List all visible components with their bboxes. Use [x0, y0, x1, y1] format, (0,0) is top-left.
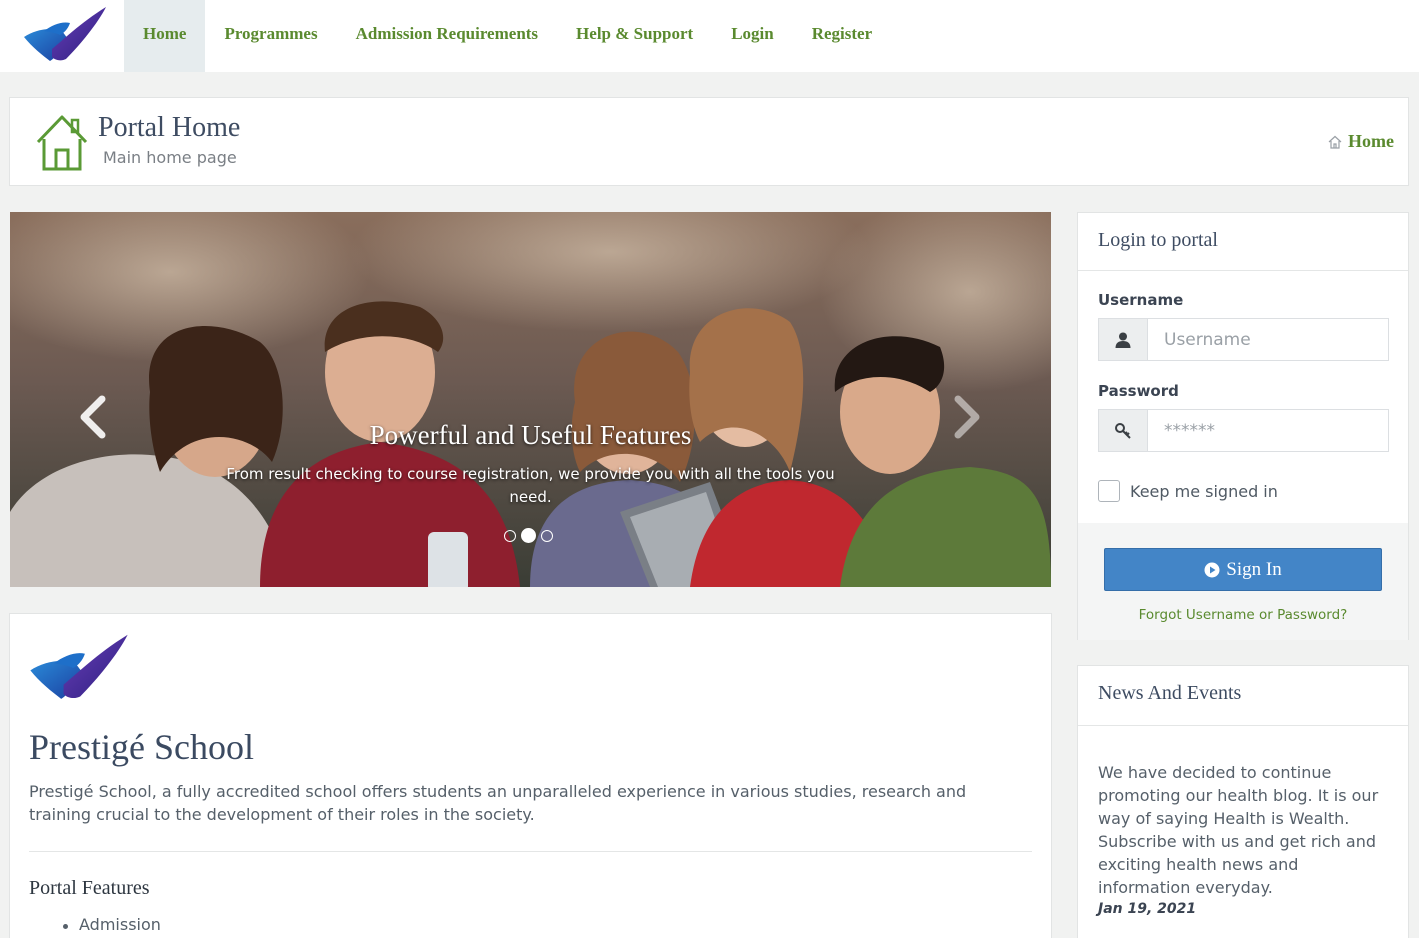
school-description: Prestigé School, a fully accredited scho… — [29, 782, 967, 824]
nav-programmes[interactable]: Programmes — [205, 0, 336, 72]
carousel-indicators — [504, 528, 553, 543]
features-list: Admission — [63, 915, 161, 934]
chevron-left-icon[interactable] — [76, 395, 112, 439]
page-subtitle: Main home page — [103, 148, 237, 167]
carousel-text: From result checking to course registrat… — [226, 465, 835, 506]
sign-in-label: Sign In — [1226, 558, 1282, 580]
school-logo[interactable] — [22, 5, 108, 65]
list-item: Admission — [63, 915, 161, 934]
hero-carousel: Powerful and Useful Features From result… — [10, 212, 1051, 587]
login-panel-header: Login to portal — [1078, 213, 1408, 271]
remember-me: Keep me signed in — [1098, 480, 1278, 502]
top-navbar: Home Programmes Admission Requirements H… — [0, 0, 1419, 72]
login-panel: Login to portal Username Password Keep m… — [1077, 212, 1409, 640]
key-icon — [1099, 410, 1148, 451]
login-footer: Sign In Forgot Username or Password? — [1078, 523, 1408, 640]
about-panel: Prestigé School Prestigé School, a fully… — [9, 613, 1052, 938]
remember-checkbox[interactable] — [1098, 480, 1120, 502]
carousel-indicator-1[interactable] — [504, 529, 516, 542]
carousel-caption: Powerful and Useful Features From result… — [210, 419, 851, 509]
breadcrumb-home[interactable]: Home — [1348, 131, 1394, 152]
username-group — [1098, 318, 1389, 361]
chevron-right-icon[interactable] — [948, 395, 984, 439]
password-group — [1098, 409, 1389, 452]
page-title: Portal Home — [98, 112, 241, 143]
carousel-title: Powerful and Useful Features — [369, 420, 692, 450]
password-input[interactable] — [1148, 410, 1388, 451]
news-panel: News And Events We have decided to conti… — [1077, 665, 1409, 938]
school-name: Prestigé School — [29, 727, 254, 767]
nav-home[interactable]: Home — [124, 0, 206, 72]
nav-register[interactable]: Register — [793, 0, 891, 72]
school-logo — [30, 634, 128, 699]
home-icon — [1328, 135, 1342, 149]
breadcrumb[interactable]: Home — [1328, 131, 1394, 152]
remember-label[interactable]: Keep me signed in — [1130, 482, 1278, 501]
news-title: News And Events — [1098, 682, 1242, 704]
news-panel-header: News And Events — [1078, 666, 1408, 726]
news-body: We have decided to continue promoting ou… — [1098, 763, 1379, 897]
forgot-credentials-link[interactable]: Forgot Username or Password? — [1078, 607, 1408, 623]
carousel-indicator-3[interactable] — [541, 529, 553, 542]
house-icon — [36, 115, 88, 171]
password-label: Password — [1098, 382, 1179, 400]
play-circle-icon — [1204, 562, 1220, 577]
user-icon — [1099, 319, 1148, 360]
divider — [29, 851, 1032, 852]
nav-login[interactable]: Login — [712, 0, 793, 72]
nav-admission-requirements[interactable]: Admission Requirements — [337, 0, 557, 72]
nav-help-support[interactable]: Help & Support — [557, 0, 712, 72]
username-label: Username — [1098, 291, 1184, 309]
main-nav: Home Programmes Admission Requirements H… — [124, 0, 891, 72]
news-date: Jan 19, 2021 — [1098, 901, 1197, 917]
page-header: Portal Home Main home page Home — [9, 97, 1409, 186]
sign-in-button[interactable]: Sign In — [1104, 548, 1382, 591]
username-input[interactable] — [1148, 319, 1388, 360]
carousel-indicator-2[interactable] — [521, 528, 536, 543]
features-heading: Portal Features — [29, 877, 150, 899]
login-title: Login to portal — [1098, 229, 1218, 251]
